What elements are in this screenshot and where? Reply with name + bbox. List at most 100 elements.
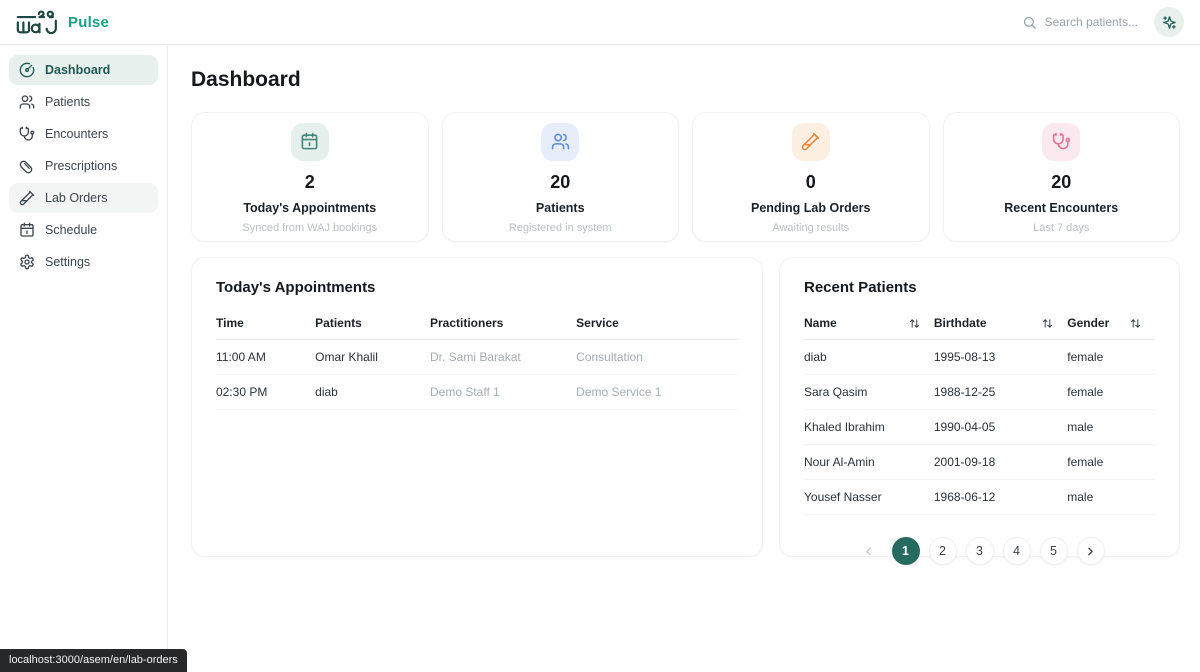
- column-header-service: Service: [576, 308, 738, 340]
- stats-grid: 2 Today's Appointments Synced from WAJ b…: [191, 112, 1180, 242]
- cell-practitioner: Demo Staff 1: [430, 375, 576, 410]
- sidebar-item-schedule[interactable]: Schedule: [9, 215, 158, 245]
- stat-label: Patients: [536, 201, 585, 215]
- sidebar-item-label: Encounters: [45, 127, 108, 141]
- stat-value: 20: [550, 172, 570, 193]
- ai-assistant-button[interactable]: [1154, 7, 1184, 37]
- pill-icon: [19, 158, 35, 174]
- test-tube-icon: [801, 132, 820, 151]
- column-header-time: Time: [216, 308, 315, 340]
- main-content: Dashboard 2 Today's Appointments Synced …: [169, 45, 1200, 672]
- pagination-page-3[interactable]: 3: [966, 537, 994, 565]
- sort-arrows-icon: [909, 318, 920, 329]
- sidebar-item-prescriptions[interactable]: Prescriptions: [9, 151, 158, 181]
- cell-time: 02:30 PM: [216, 375, 315, 410]
- cell-birthdate: 1988-12-25: [934, 375, 1067, 410]
- sidebar-item-label: Schedule: [45, 223, 97, 237]
- stethoscope-icon: [19, 126, 35, 142]
- sidebar-item-label: Settings: [45, 255, 90, 269]
- brand: Pulse: [16, 9, 109, 35]
- stat-label: Recent Encounters: [1004, 201, 1118, 215]
- stat-card-recent-encounters: 20 Recent Encounters Last 7 days: [943, 112, 1181, 242]
- pagination-prev-button[interactable]: [855, 537, 883, 565]
- pagination-page-5[interactable]: 5: [1040, 537, 1068, 565]
- stat-sublabel: Registered in system: [509, 222, 612, 234]
- page-title: Dashboard: [191, 68, 1180, 92]
- status-url-tooltip: localhost:3000/asem/en/lab-orders: [0, 649, 187, 672]
- recent-patients-title: Recent Patients: [804, 279, 1155, 296]
- stat-label: Pending Lab Orders: [751, 201, 870, 215]
- stat-card-todays-appointments: 2 Today's Appointments Synced from WAJ b…: [191, 112, 429, 242]
- stat-sublabel: Last 7 days: [1033, 222, 1089, 234]
- pagination-page-4[interactable]: 4: [1003, 537, 1031, 565]
- sidebar-item-label: Dashboard: [45, 63, 110, 77]
- cell-patient: diab: [315, 375, 430, 410]
- chevron-right-icon: [1084, 545, 1097, 558]
- search-placeholder: Search patients...: [1045, 15, 1138, 29]
- cell-birthdate: 1995-08-13: [934, 340, 1067, 375]
- sidebar: Dashboard Patients Encounters Prescripti…: [0, 45, 168, 672]
- sidebar-item-patients[interactable]: Patients: [9, 87, 158, 117]
- cell-birthdate: 1990-04-05: [934, 410, 1067, 445]
- recent-patients-panel: Recent Patients Name Birthdate: [779, 257, 1180, 557]
- search-input[interactable]: Search patients...: [1022, 15, 1138, 30]
- cell-gender: male: [1067, 410, 1155, 445]
- cell-name: Yousef Nasser: [804, 480, 934, 515]
- stat-value: 2: [305, 172, 315, 193]
- cell-name: Khaled Ibrahim: [804, 410, 934, 445]
- sidebar-item-label: Patients: [45, 95, 90, 109]
- sort-header-birthdate[interactable]: Birthdate: [934, 316, 1067, 330]
- sidebar-item-label: Prescriptions: [45, 159, 117, 173]
- users-icon: [19, 94, 35, 110]
- search-icon: [1022, 15, 1037, 30]
- calendar-icon: [300, 132, 319, 151]
- appointments-title: Today's Appointments: [216, 279, 738, 296]
- pagination-page-1[interactable]: 1: [892, 537, 920, 565]
- stat-label: Today's Appointments: [243, 201, 376, 215]
- pagination-page-2[interactable]: 2: [929, 537, 957, 565]
- cell-birthdate: 1968-06-12: [934, 480, 1067, 515]
- stat-value: 0: [806, 172, 816, 193]
- sort-arrows-icon: [1130, 318, 1141, 329]
- test-tube-icon: [19, 190, 35, 206]
- gauge-icon: [19, 62, 35, 78]
- sidebar-item-label: Lab Orders: [45, 191, 108, 205]
- sort-header-gender[interactable]: Gender: [1067, 316, 1155, 330]
- recent-patients-table: Name Birthdate Gender: [804, 308, 1155, 515]
- patient-row: Khaled Ibrahim 1990-04-05 male: [804, 410, 1155, 445]
- users-icon: [551, 132, 570, 151]
- sidebar-item-dashboard[interactable]: Dashboard: [9, 55, 158, 85]
- stat-card-pending-lab-orders: 0 Pending Lab Orders Awaiting results: [692, 112, 930, 242]
- cell-time: 11:00 AM: [216, 340, 315, 375]
- cell-name: diab: [804, 340, 934, 375]
- gear-icon: [19, 254, 35, 270]
- cell-service: Demo Service 1: [576, 375, 738, 410]
- pagination-next-button[interactable]: [1077, 537, 1105, 565]
- cell-gender: male: [1067, 480, 1155, 515]
- app-header: Pulse Search patients...: [0, 0, 1200, 45]
- stat-card-patients: 20 Patients Registered in system: [442, 112, 680, 242]
- appointment-row: 11:00 AM Omar Khalil Dr. Sami Barakat Co…: [216, 340, 738, 375]
- stethoscope-icon: [1052, 132, 1071, 151]
- sort-arrows-icon: [1042, 318, 1053, 329]
- appointments-panel: Today's Appointments Time Patients Pract…: [191, 257, 763, 557]
- waj-logo: [16, 9, 58, 35]
- sidebar-item-encounters[interactable]: Encounters: [9, 119, 158, 149]
- column-header-patients: Patients: [315, 308, 430, 340]
- stat-sublabel: Awaiting results: [772, 222, 849, 234]
- pagination: 1 2 3 4 5: [804, 537, 1155, 565]
- sidebar-item-lab-orders[interactable]: Lab Orders: [9, 183, 158, 213]
- chevron-left-icon: [862, 545, 875, 558]
- stat-value: 20: [1051, 172, 1071, 193]
- calendar-icon: [19, 222, 35, 238]
- cell-practitioner: Dr. Sami Barakat: [430, 340, 576, 375]
- cell-gender: female: [1067, 375, 1155, 410]
- brand-name: Pulse: [68, 14, 109, 31]
- patient-row: Nour Al-Amin 2001-09-18 female: [804, 445, 1155, 480]
- cell-gender: female: [1067, 445, 1155, 480]
- patient-row: Yousef Nasser 1968-06-12 male: [804, 480, 1155, 515]
- sort-header-name[interactable]: Name: [804, 316, 934, 330]
- sidebar-item-settings[interactable]: Settings: [9, 247, 158, 277]
- cell-gender: female: [1067, 340, 1155, 375]
- cell-birthdate: 2001-09-18: [934, 445, 1067, 480]
